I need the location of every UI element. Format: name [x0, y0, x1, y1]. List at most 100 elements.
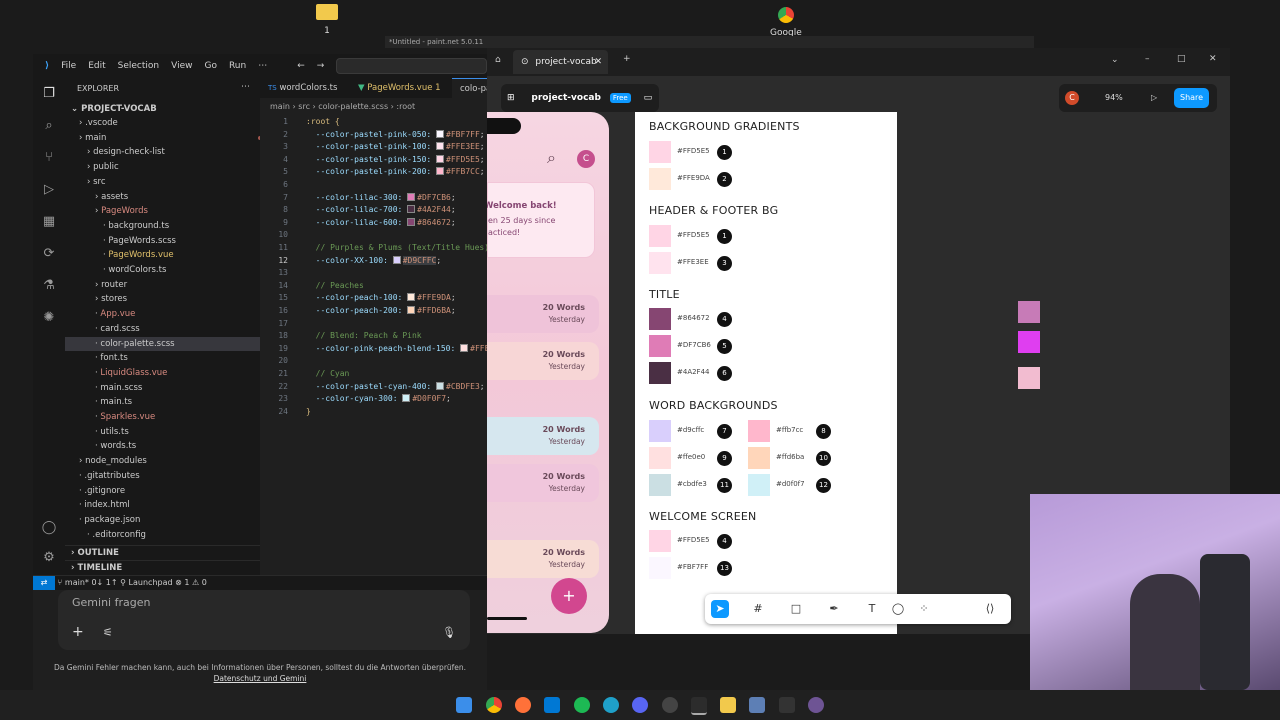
terminal-icon[interactable] — [779, 697, 795, 713]
color-palette-board[interactable]: BACKGROUND GRADIENTS #FFD5E5 1 #FFE9DA 2 HEAD… — [635, 112, 897, 634]
edge-icon[interactable] — [603, 697, 619, 713]
close-window-icon[interactable]: ✕ — [1209, 54, 1217, 64]
tree-folder[interactable]: › .vscode — [65, 116, 274, 130]
tree-file[interactable]: · index.html — [65, 498, 274, 512]
frame-tool-icon[interactable]: # — [749, 600, 767, 618]
new-tab-icon[interactable]: + — [623, 54, 631, 64]
status-launchpad[interactable]: Launchpad — [129, 578, 173, 587]
tree-file[interactable]: · Sparkles.vue — [65, 410, 290, 424]
status-errors[interactable]: ⊗ 1 — [175, 578, 189, 587]
color-swatch[interactable] — [460, 343, 469, 352]
color-swatch[interactable] — [436, 167, 445, 176]
tree-file[interactable]: · main.ts — [65, 395, 290, 409]
panel-toggle-icon[interactable]: ▭ — [644, 93, 653, 103]
color-swatch[interactable] — [436, 129, 445, 138]
figma-file-tab[interactable]: ⊙ project-vocab ✕ — [513, 50, 608, 74]
status-sync[interactable]: 0↓ 1↑ — [91, 578, 117, 587]
tree-folder[interactable]: › node_modules — [65, 454, 274, 468]
explorer-icon[interactable]: ❐ — [41, 86, 57, 102]
word-card[interactable]: 20 Words Yesterday — [487, 417, 599, 455]
canvas-color-swatch[interactable] — [1018, 367, 1040, 389]
menu-edit[interactable]: Edit — [88, 61, 105, 71]
word-card[interactable]: 20 Words Yesterday — [487, 464, 599, 502]
tree-folder[interactable]: › PageWords — [65, 204, 290, 218]
color-swatch[interactable] — [407, 293, 416, 302]
tab-wordcolors[interactable]: TS wordColors.ts — [260, 78, 356, 98]
figma-file-name[interactable]: project-vocab — [531, 93, 601, 103]
desktop-chrome[interactable]: Google — [770, 4, 802, 38]
tree-file[interactable]: · card.scss — [65, 322, 290, 336]
color-swatch[interactable] — [436, 154, 445, 163]
tree-file[interactable]: · font.ts — [65, 351, 290, 365]
remote-icon[interactable]: ⟳ — [41, 246, 57, 262]
outline-section[interactable]: › OUTLINE — [65, 545, 266, 560]
word-card[interactable]: 20 Words Yesterday — [487, 295, 599, 333]
chrome-taskbar-icon[interactable] — [486, 697, 502, 713]
tree-file[interactable]: · .gitattributes — [65, 469, 274, 483]
ai-icon[interactable]: ✺ — [41, 310, 57, 326]
color-swatch[interactable] — [436, 142, 445, 151]
gemini-input-box[interactable]: Gemini fragen + ⚟ 🎙 — [58, 590, 470, 650]
start-icon[interactable] — [456, 697, 472, 713]
avatar[interactable]: C — [577, 150, 595, 168]
firefox-icon[interactable] — [515, 697, 531, 713]
tree-folder[interactable]: › design-check-list — [65, 145, 282, 159]
search-icon[interactable]: ⌕ — [41, 118, 57, 134]
menu-file[interactable]: File — [61, 61, 76, 71]
remote-indicator[interactable]: ⇄ — [33, 576, 55, 590]
add-button[interactable]: + — [551, 578, 587, 614]
canvas-color-swatch[interactable] — [1018, 301, 1040, 323]
color-swatch[interactable] — [436, 381, 445, 390]
breadcrumb-item[interactable]: src — [298, 102, 310, 111]
dev-mode-icon[interactable]: ⟨⟩ — [981, 600, 999, 618]
explorer-folder-icon[interactable] — [720, 697, 736, 713]
color-swatch[interactable] — [402, 394, 411, 403]
figma-menu-icon[interactable]: ⊞ — [507, 93, 515, 103]
share-button[interactable]: Share — [1174, 88, 1210, 108]
tree-file[interactable]: · package.json — [65, 513, 274, 527]
menu-go[interactable]: Go — [204, 61, 216, 71]
tree-folder[interactable]: › assets — [65, 190, 290, 204]
tab-pagewords[interactable]: ▼ PageWords.vue 1 — [350, 78, 458, 98]
status-branch[interactable]: main* — [65, 578, 89, 587]
tree-folder[interactable]: › src — [65, 175, 282, 189]
color-swatch[interactable] — [407, 192, 416, 201]
color-swatch[interactable] — [407, 205, 416, 214]
back-icon[interactable]: ← — [297, 61, 305, 71]
breadcrumb-item[interactable]: color-palette.scss — [318, 102, 388, 111]
github-icon[interactable] — [808, 697, 824, 713]
tree-file[interactable]: · words.ts — [65, 439, 290, 453]
source-control-icon[interactable]: ⑂ — [41, 150, 57, 166]
timeline-section[interactable]: › TIMELINE — [65, 560, 266, 575]
run-debug-icon[interactable]: ▷ — [41, 182, 57, 198]
menu-view[interactable]: View — [171, 61, 192, 71]
word-card[interactable]: 20 Words Yesterday — [487, 342, 599, 380]
tools-icon[interactable]: ⚟ — [103, 626, 113, 639]
move-tool-icon[interactable]: ➤ — [711, 600, 729, 618]
tree-file[interactable]: · utils.ts — [65, 425, 290, 439]
settings-gear-icon[interactable]: ⚙ — [41, 550, 57, 566]
search-icon[interactable]: ⌕ — [547, 148, 556, 168]
tree-file[interactable]: · .gitignore — [65, 484, 274, 498]
tree-file[interactable]: · App.vue — [65, 307, 290, 321]
zoom-level[interactable]: 94% — [1105, 84, 1123, 112]
phone-mockup[interactable]: ⌕ C Welcome back! en 25 days since actic… — [487, 112, 609, 633]
testing-icon[interactable]: ⚗ — [41, 278, 57, 294]
discord-icon[interactable] — [632, 697, 648, 713]
canvas-color-swatch[interactable] — [1018, 331, 1040, 353]
extensions-icon[interactable]: ▦ — [41, 214, 57, 230]
play-icon[interactable]: ▷ — [1151, 84, 1157, 112]
color-swatch[interactable] — [407, 217, 416, 226]
home-icon[interactable]: ⌂ — [495, 55, 501, 65]
plus-icon[interactable]: + — [72, 624, 84, 640]
tree-folder[interactable]: › stores — [65, 292, 290, 306]
gemini-privacy-link[interactable]: Datenschutz und Gemini — [33, 674, 487, 683]
minimize-icon[interactable]: – — [1145, 54, 1150, 64]
maximize-icon[interactable]: □ — [1177, 54, 1186, 64]
tree-folder[interactable]: › main — [65, 131, 274, 145]
command-center[interactable] — [336, 58, 487, 74]
tree-file[interactable]: · LiquidGlass.vue — [65, 366, 290, 380]
color-swatch[interactable] — [407, 306, 416, 314]
chatgpt-icon[interactable] — [662, 697, 678, 713]
chevron-down-icon[interactable]: ⌄ — [1111, 55, 1119, 65]
